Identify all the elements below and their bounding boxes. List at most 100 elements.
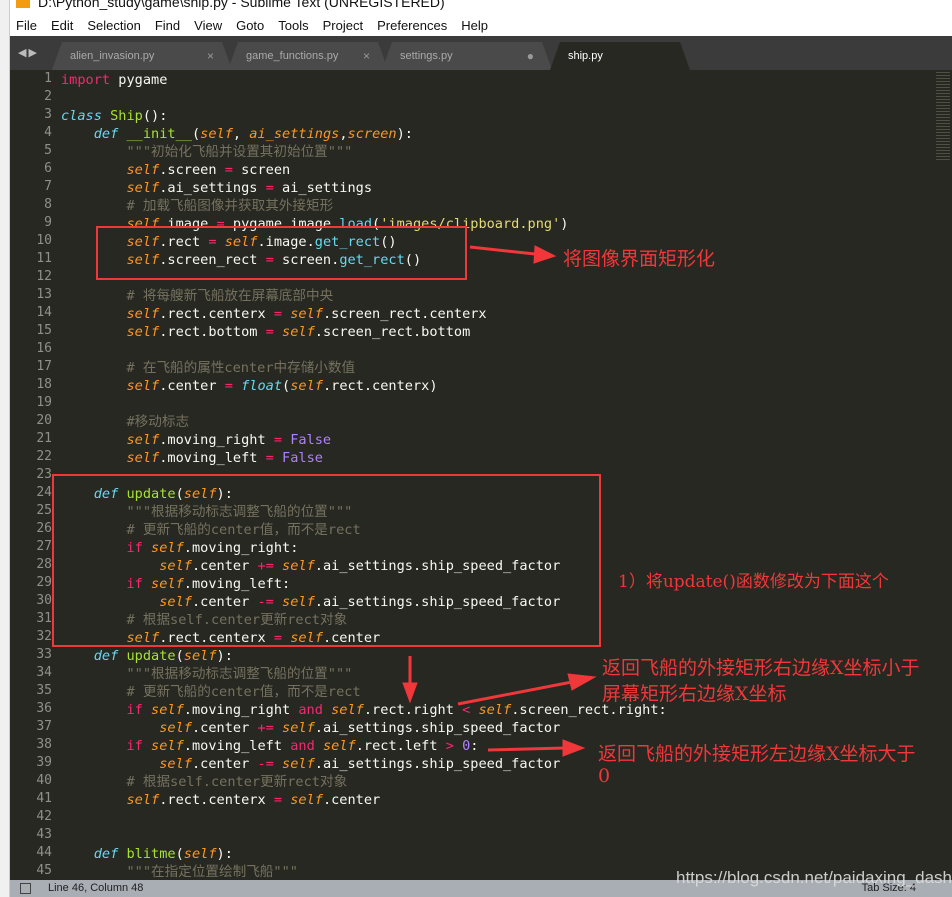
code-token: ( [175, 648, 184, 664]
line-number: 12 [36, 269, 52, 284]
code-line: class Ship(): [61, 107, 167, 125]
code-token: # 在飞船的属性center中存储小数值 [126, 360, 356, 376]
code-token: = [273, 792, 282, 808]
line-number: 37 [36, 719, 52, 734]
code-token: self [290, 792, 323, 808]
menu-bar: File Edit Selection Find View Goto Tools Projec… [10, 14, 952, 36]
line-number: 11 [36, 251, 52, 266]
menu-selection[interactable]: Selection [87, 18, 140, 33]
menu-tools[interactable]: Tools [278, 18, 308, 33]
unsaved-dot-icon[interactable]: ● [527, 42, 534, 70]
code-token: self [200, 126, 233, 142]
code-token: """根据移动标志调整飞船的位置""" [126, 666, 353, 682]
code-token: .ai_settings [159, 180, 266, 196]
code-token: .rect.right [363, 702, 463, 718]
menu-file[interactable]: File [16, 18, 37, 33]
tab-nav-arrows-icon[interactable]: ◀▶ [18, 46, 39, 59]
line-number: 30 [36, 593, 52, 608]
line-number: 20 [36, 413, 52, 428]
code-line: self.center = float(self.rect.centerx) [61, 377, 438, 395]
code-token: self [151, 702, 184, 718]
highlight-box-rect [96, 226, 467, 280]
note-left-1: 返回飞船的外接矩形左边缘X坐标大于 [598, 743, 916, 765]
code-token: self [478, 702, 512, 718]
minimap[interactable] [936, 70, 950, 160]
tab-ship[interactable]: ship.py [550, 42, 690, 70]
code-token: ): [216, 648, 233, 664]
code-token: .rect.centerx) [322, 378, 438, 394]
code-token: self [159, 756, 192, 772]
panel-toggle-icon[interactable] [20, 883, 31, 894]
background-window [0, 0, 10, 897]
code-token: blitme [126, 846, 176, 862]
menu-find[interactable]: Find [155, 18, 180, 33]
menu-edit[interactable]: Edit [51, 18, 73, 33]
tab-label: game_functions.py [246, 50, 339, 62]
code-token: ai_settings [273, 180, 373, 196]
code-line: def blitme(self): [61, 845, 233, 863]
code-token: .screen_rect.centerx [322, 306, 487, 322]
menu-view[interactable]: View [194, 18, 222, 33]
code-token: screen [347, 126, 397, 142]
line-number: 3 [44, 107, 52, 122]
menu-goto[interactable]: Goto [236, 18, 264, 33]
line-number: 28 [36, 557, 52, 572]
tab-label: ship.py [568, 50, 603, 62]
close-tab-icon[interactable]: × [207, 42, 214, 70]
line-number: 18 [36, 377, 52, 392]
tab-alien-invasion[interactable]: alien_invasion.py × [52, 42, 232, 70]
close-tab-icon[interactable]: × [363, 42, 370, 70]
code-line: # 加载飞船图像并获取其外接矩形 [61, 197, 333, 215]
line-number: 32 [36, 629, 52, 644]
tab-settings[interactable]: settings.py ● [382, 42, 552, 70]
code-token: .screen_rect.bottom [314, 324, 471, 340]
code-token: self [322, 738, 356, 754]
menu-project[interactable]: Project [323, 18, 363, 33]
code-token: self [282, 756, 315, 772]
code-token: Ship [110, 108, 143, 124]
code-token: False [290, 432, 332, 448]
code-token: .moving_left [159, 450, 266, 466]
line-number: 9 [44, 215, 52, 230]
code-line: import pygame [61, 71, 167, 89]
code-token: .center [191, 756, 258, 772]
code-token: self [126, 180, 160, 196]
code-token: and [298, 702, 323, 718]
line-number: 42 [36, 809, 52, 824]
code-token: += [257, 720, 274, 736]
code-line: if self.moving_right and self.rect.right… [61, 701, 666, 719]
code-token: if [126, 702, 143, 718]
line-number: 29 [36, 575, 52, 590]
code-token: = [265, 450, 274, 466]
code-token: def [93, 126, 119, 142]
line-number: 33 [36, 647, 52, 662]
code-line: def __init__(self, ai_settings,screen): [61, 125, 413, 143]
line-number: 44 [36, 845, 52, 860]
sublime-logo-icon [16, 0, 30, 8]
note-update: 1）将update()函数修改为下面这个 [618, 572, 889, 592]
code-token: self [126, 378, 160, 394]
code-token: -= [257, 756, 274, 772]
menu-help[interactable]: Help [461, 18, 488, 33]
code-token: .rect.bottom [159, 324, 266, 340]
code-token: : [470, 738, 479, 754]
note-right-1: 返回飞船的外接矩形右边缘X坐标小于 [602, 657, 920, 679]
code-token: screen [232, 162, 291, 178]
tab-game-functions[interactable]: game_functions.py × [228, 42, 388, 70]
window-title: D:\Python_study\game\ship.py - Sublime T… [38, 0, 445, 10]
code-token: .moving_right [183, 702, 299, 718]
menu-preferences[interactable]: Preferences [377, 18, 447, 33]
